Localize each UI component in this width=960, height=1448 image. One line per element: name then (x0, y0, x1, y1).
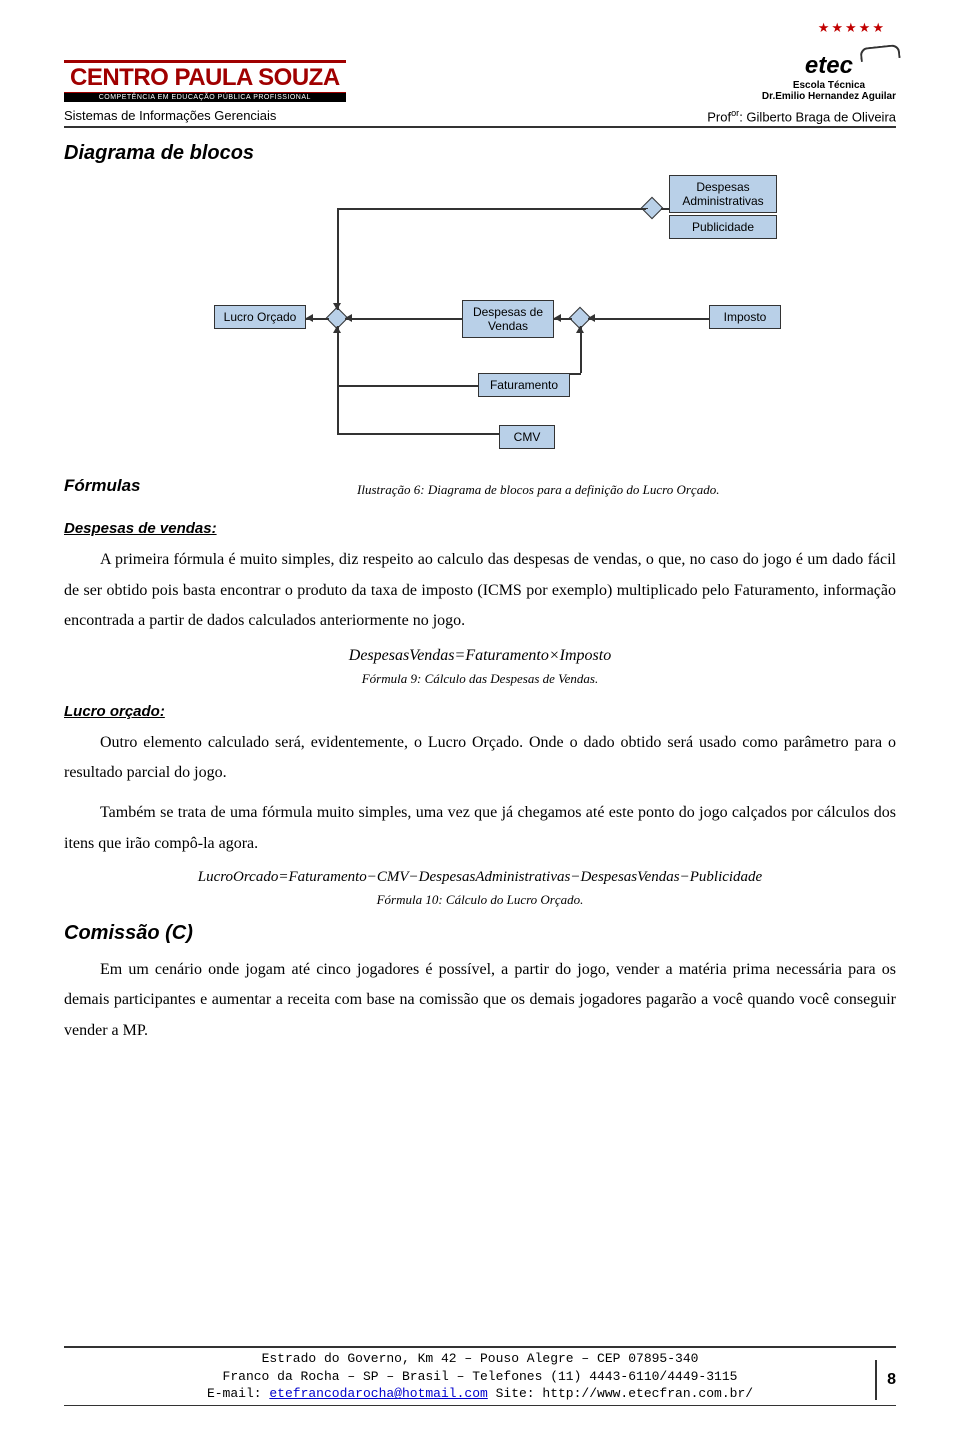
formula-9: DespesasVendas=Faturamento×Imposto (64, 647, 896, 665)
box-faturamento: Faturamento (478, 373, 570, 397)
header-rule (64, 126, 896, 128)
paragraph-3: Também se trata de uma fórmula muito sim… (64, 798, 896, 859)
subsection-despesas: Despesas de vendas: (64, 520, 896, 537)
subsection-lucro: Lucro orçado: (64, 703, 896, 720)
header-meta: Sistemas de Informações Gerenciais Profo… (64, 108, 896, 124)
professor: Profor: Gilberto Braga de Oliveira (707, 108, 896, 124)
footer-rule-bottom (64, 1405, 896, 1406)
page-footer: Estrado do Governo, Km 42 – Pouso Alegre… (64, 1346, 896, 1406)
etec-text: etec (762, 52, 896, 80)
course-name: Sistemas de Informações Gerenciais (64, 108, 276, 124)
etec-sub: Escola Técnica (762, 80, 896, 91)
box-imposto: Imposto (709, 305, 781, 329)
section-comissao: Comissão (C) (64, 922, 896, 945)
box-despesas-vendas: Despesas de Vendas (462, 300, 554, 338)
paragraph-1: A primeira fórmula é muito simples, diz … (64, 545, 896, 636)
box-lucro-orcado: Lucro Orçado (214, 305, 306, 329)
cps-subtitle: COMPETÊNCIA EM EDUCAÇÃO PÚBLICA PROFISSI… (64, 93, 346, 102)
paragraph-2: Outro elemento calculado será, evidentem… (64, 728, 896, 789)
footer-email-link[interactable]: etefrancodarocha@hotmail.com (269, 1386, 487, 1401)
footer-rule-top (64, 1346, 896, 1348)
cps-logo: CENTRO PAULA SOUZA COMPETÊNCIA EM EDUCAÇ… (64, 60, 346, 102)
box-despesas-admin: Despesas Administrativas (669, 175, 777, 213)
diagram-caption: Ilustração 6: Diagrama de blocos para a … (181, 482, 896, 498)
paragraph-4: Em um cenário onde jogam até cinco jogad… (64, 955, 896, 1046)
formula-10-caption: Fórmula 10: Cálculo do Lucro Orçado. (64, 892, 896, 908)
footer-text: Estrado do Governo, Km 42 – Pouso Alegre… (64, 1350, 896, 1403)
box-cmv: CMV (499, 425, 555, 449)
cps-title: CENTRO PAULA SOUZA (64, 60, 346, 93)
formula-10: LucroOrcado=Faturamento−CMV−DespesasAdmi… (64, 869, 896, 886)
page-header: ★★★★★ CENTRO PAULA SOUZA COMPETÊNCIA EM … (64, 52, 896, 128)
formula-9-caption: Fórmula 9: Cálculo das Despesas de Venda… (64, 671, 896, 687)
block-diagram: Despesas Administrativas Publicidade Luc… (214, 175, 834, 460)
section-formulas: Fórmulas (64, 476, 141, 496)
etec-dr: Dr.Emilio Hernandez Aguilar (762, 91, 896, 102)
etec-logo: etec Escola Técnica Dr.Emilio Hernandez … (762, 52, 896, 102)
page-number: 8 (875, 1360, 896, 1400)
stars-icon: ★★★★★ (818, 20, 886, 36)
section-diagrama: Diagrama de blocos (64, 142, 896, 165)
box-publicidade: Publicidade (669, 215, 777, 239)
